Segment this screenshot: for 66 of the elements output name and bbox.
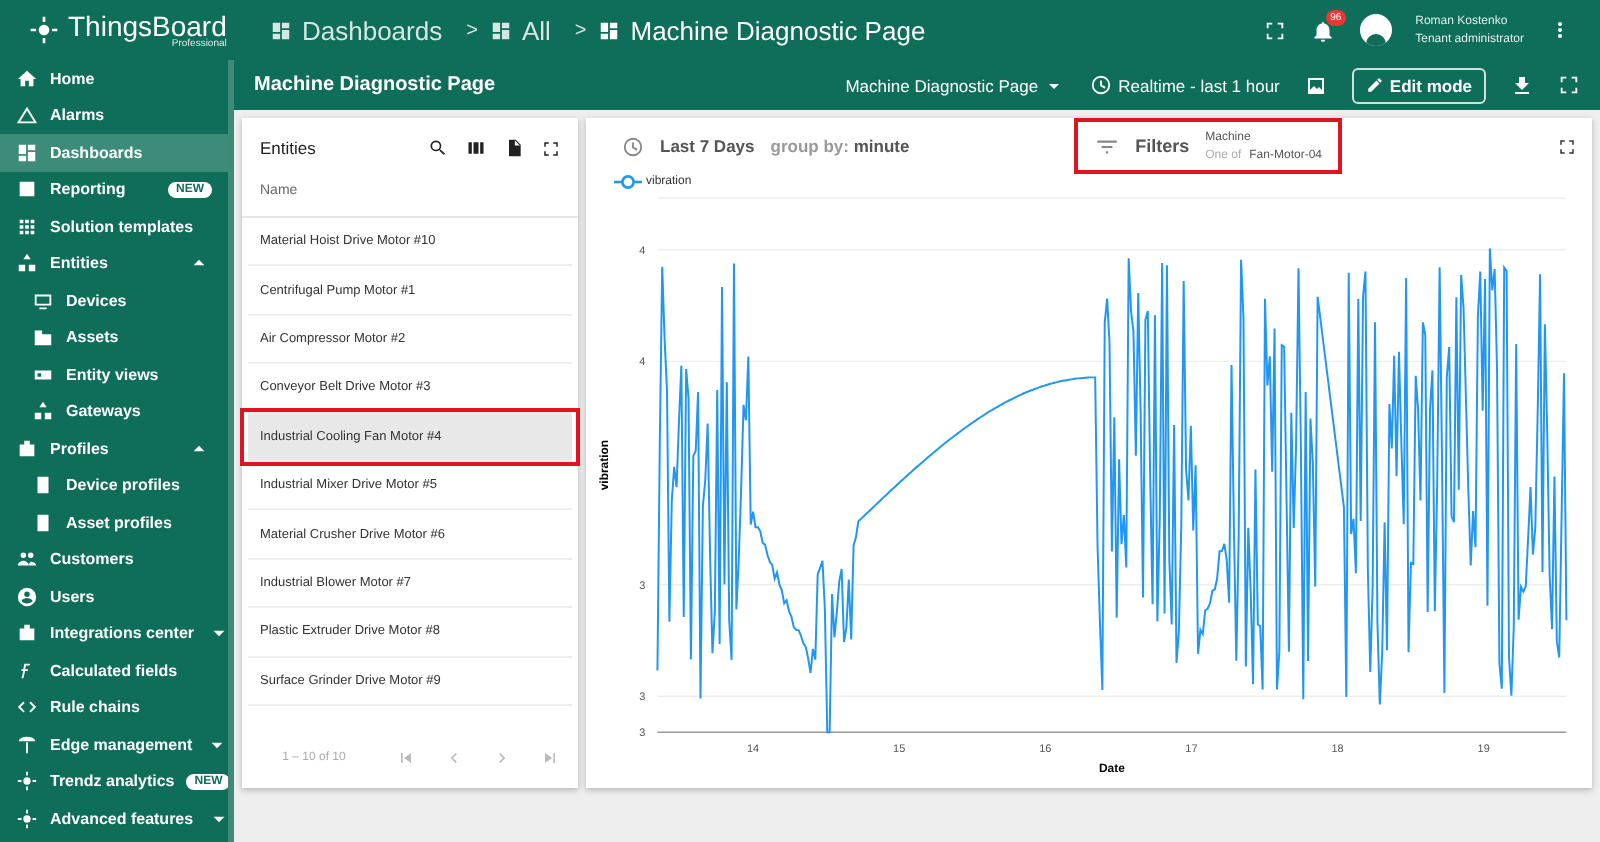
- clock-icon: [622, 135, 644, 157]
- fullscreen-icon: [1558, 74, 1580, 96]
- sidebar-item[interactable]: Alarms: [0, 97, 228, 134]
- sidebar-item[interactable]: Assets: [0, 319, 228, 356]
- avatar-icon[interactable]: [1359, 14, 1392, 46]
- breadcrumb-link[interactable]: Machine Diagnostic Page: [598, 15, 926, 45]
- sidebar-item[interactable]: Entity views: [0, 356, 228, 393]
- document-icon: [32, 474, 54, 497]
- edit-mode-button[interactable]: Edit mode: [1351, 67, 1486, 103]
- last-page-icon: [540, 748, 560, 768]
- warning-icon: [16, 104, 38, 127]
- clock-icon: [1090, 74, 1113, 96]
- sidebar-item[interactable]: Gateways: [0, 393, 228, 430]
- dashboard-title: Machine Diagnostic Page: [254, 74, 498, 96]
- dashboard-icon: [270, 19, 292, 41]
- sidebar-item[interactable]: Rule chains: [0, 689, 228, 726]
- breadcrumb-link[interactable]: Dashboards: [270, 15, 443, 45]
- people-icon: [16, 548, 38, 571]
- sidebar-item[interactable]: Home: [0, 60, 228, 97]
- dashboard-icon: [16, 141, 38, 164]
- sidebar-item[interactable]: Users: [0, 578, 228, 615]
- fullscreen-icon: [1558, 137, 1576, 155]
- search-icon: [428, 138, 448, 158]
- sidebar-item[interactable]: Entities: [0, 245, 228, 282]
- sidebar-item[interactable]: Devices: [0, 282, 228, 319]
- document-icon: [32, 511, 54, 534]
- hierarchy-icon: [16, 252, 38, 275]
- sidebar-item[interactable]: Asset profiles: [0, 504, 228, 541]
- breadcrumb-separator: >: [466, 19, 478, 41]
- grid-icon: [16, 215, 38, 238]
- sidebar-item[interactable]: Dashboards: [0, 134, 228, 171]
- download-icon: [1510, 73, 1534, 97]
- dashboard-icon: [598, 19, 621, 41]
- sidebar-item[interactable]: Calculated fields: [0, 652, 228, 689]
- group-by-label: group by: minute: [770, 136, 910, 156]
- breadcrumb-link[interactable]: All: [489, 15, 551, 45]
- file-icon: [504, 138, 524, 158]
- fullscreen-icon: [1263, 19, 1286, 41]
- state-dropdown[interactable]: Machine Diagnostic Page: [845, 73, 1067, 97]
- timewindow-button[interactable]: Realtime - last 1 hour: [1090, 74, 1280, 96]
- columns-icon: [466, 138, 486, 158]
- pencil-icon: [1365, 76, 1384, 94]
- period-label: Last 7 Days: [660, 136, 755, 156]
- user-icon: [16, 585, 38, 608]
- briefcase-icon: [16, 437, 38, 460]
- sidebar-item[interactable]: Profiles: [0, 430, 228, 467]
- home-icon: [16, 67, 38, 90]
- logo-icon: [28, 14, 60, 46]
- image-icon: [1303, 73, 1328, 97]
- sidebar-item[interactable]: Device profiles: [0, 467, 228, 504]
- dashboard-icon: [489, 19, 512, 41]
- sidebar-item[interactable]: Solution templates: [0, 208, 228, 245]
- legend-marker-icon: [614, 174, 642, 190]
- sidebar-item[interactable]: Integrations center: [0, 615, 228, 652]
- sidebar-item[interactable]: Advanced features: [0, 800, 228, 837]
- briefcase-icon: [16, 622, 38, 645]
- fullscreen-icon: [542, 139, 560, 157]
- breadcrumb-separator: >: [574, 19, 587, 41]
- first-page-icon: [396, 748, 416, 768]
- hierarchy-icon: [32, 400, 54, 423]
- sidebar-item[interactable]: Customers: [0, 541, 228, 578]
- bell-icon: [1309, 17, 1336, 43]
- monitor-icon: [32, 289, 54, 312]
- sidebar-item[interactable]: Edge management: [0, 726, 228, 763]
- logo-text: ThingsBoard: [68, 11, 227, 39]
- card-title: Entities: [260, 138, 318, 158]
